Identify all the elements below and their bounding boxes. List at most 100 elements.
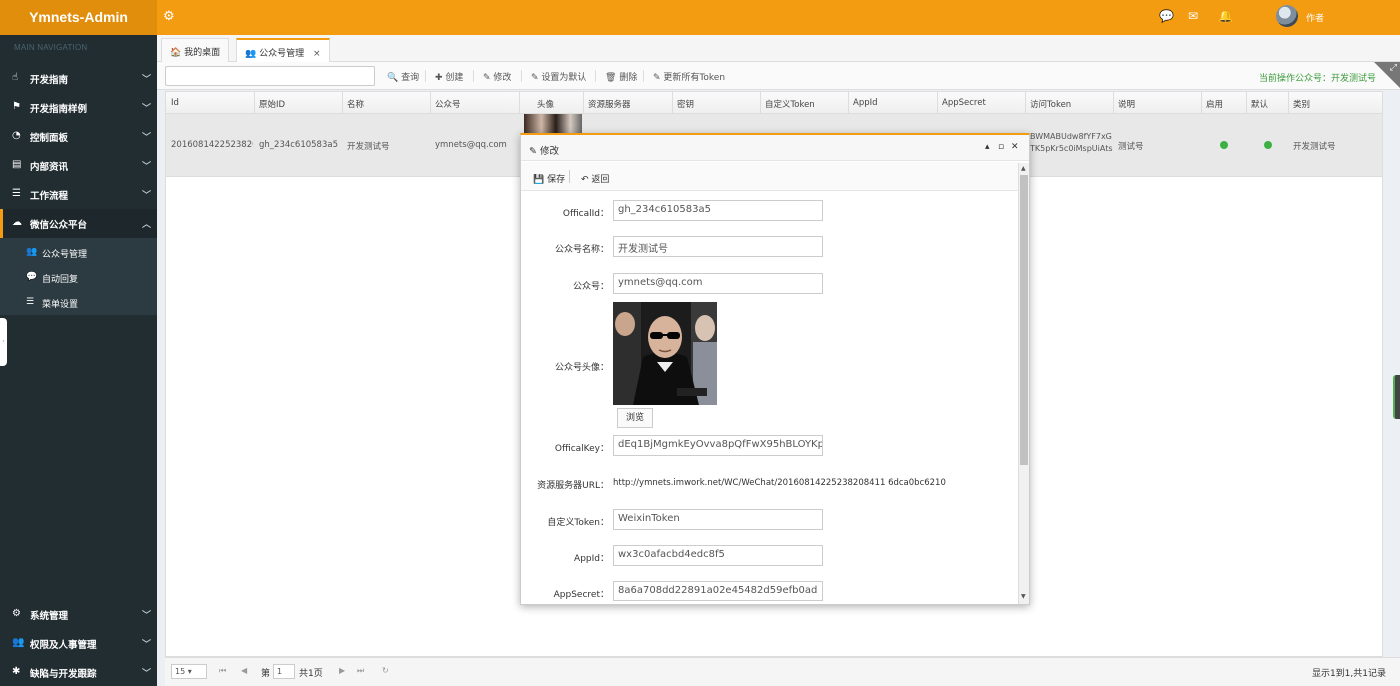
column-header[interactable]: 公众号 xyxy=(435,98,461,110)
sidebar-item-defects[interactable]: ✱ 缺陷与开发跟踪 ﹀ xyxy=(0,658,157,686)
sidebar-item-dev-guide[interactable]: ☝ 开发指南 ﹀ xyxy=(0,64,157,93)
wechat-icon: ☁ xyxy=(12,217,22,228)
edit-button[interactable]: ✎ 修改 xyxy=(483,70,511,83)
appsecret-field[interactable]: 8a6a708dd22891a02e45482d59efb0ad xyxy=(613,581,823,601)
sidebar-toggle[interactable]: › xyxy=(0,318,7,366)
bell-icon[interactable]: 🔔 xyxy=(1218,9,1233,23)
cell-origin-id: gh_234c610583a5 xyxy=(259,140,338,150)
column-header[interactable]: 密钥 xyxy=(677,98,694,110)
first-page-icon[interactable]: ⏮ xyxy=(219,666,226,676)
token-line: BWMABUdw8fYF7xG xyxy=(1030,132,1112,141)
custom-token-field[interactable]: WeixinToken xyxy=(613,509,823,530)
delete-button[interactable]: 🗑 删除 xyxy=(605,70,637,83)
sidebar-item-account-mgmt[interactable]: 👥 公众号管理 xyxy=(0,241,157,266)
maximize-icon[interactable]: ▫ xyxy=(998,142,1004,152)
back-button[interactable]: ↶ 返回 xyxy=(581,172,609,185)
scroll-down-icon[interactable]: ▼ xyxy=(1021,593,1026,600)
prev-page-icon[interactable]: ◀ xyxy=(241,666,247,675)
save-button[interactable]: 💾 保存 xyxy=(533,172,565,185)
account-field[interactable]: ymnets@qq.com xyxy=(613,273,823,294)
column-header[interactable]: 访问Token xyxy=(1030,98,1071,110)
set-default-button[interactable]: ✎ 设置为默认 xyxy=(531,70,586,83)
sidebar-item-permissions[interactable]: 👥 权限及人事管理 ﹀ xyxy=(0,629,157,658)
sidebar-item-dashboard[interactable]: ◔ 控制面板 ﹀ xyxy=(0,122,157,151)
cell-id: 20160814225238208 xyxy=(171,140,253,150)
flag-icon: ⚑ xyxy=(12,101,21,112)
next-page-icon[interactable]: ▶ xyxy=(339,666,345,675)
chevron-down-icon: ﹀ xyxy=(141,104,151,114)
close-icon[interactable]: ✕ xyxy=(1011,142,1019,152)
official-id-field[interactable]: gh_234c610583a5 xyxy=(613,200,823,221)
column-header[interactable]: 头像 xyxy=(537,98,554,110)
sidebar-item-auto-reply[interactable]: 💬 自动回复 xyxy=(0,266,157,291)
side-scroll-handle[interactable] xyxy=(1393,375,1400,419)
users-icon: 👥 xyxy=(245,49,257,59)
name-label: 公众号名称： xyxy=(554,245,609,255)
tab-desktop[interactable]: 🏠 我的桌面 xyxy=(161,38,230,62)
brand-logo[interactable]: Ymnets-Admin xyxy=(0,0,157,35)
column-header[interactable]: 自定义Token xyxy=(765,98,815,110)
column-header[interactable]: 名称 xyxy=(347,98,364,110)
dialog-title-bar[interactable]: ✎ 修改 ▴ ▫ ✕ xyxy=(521,135,1029,161)
resource-url-value: http://ymnets.imwork.net/WC/WeChat/20160… xyxy=(613,478,946,488)
query-button[interactable]: 🔍 查询 xyxy=(387,70,419,83)
browse-button[interactable]: 浏览 xyxy=(617,408,653,428)
sidebar-item-news[interactable]: ▤ 内部资讯 ﹀ xyxy=(0,151,157,180)
column-header[interactable]: AppId xyxy=(853,98,878,108)
list-icon: ☰ xyxy=(26,297,35,307)
chevron-down-icon: ﹀ xyxy=(141,162,151,172)
column-header[interactable]: 原始ID xyxy=(259,98,285,110)
refresh-token-button[interactable]: ✎ 更新所有Token xyxy=(653,70,725,83)
column-header[interactable]: 默认 xyxy=(1251,98,1268,110)
refresh-icon[interactable]: ↻ xyxy=(382,666,389,675)
expand-icon[interactable]: ⤢ xyxy=(1390,63,1397,73)
scroll-up-icon[interactable]: ▲ xyxy=(1021,165,1026,172)
column-header[interactable]: AppSecret xyxy=(942,98,986,108)
cogs-icon[interactable]: ⚙ xyxy=(163,9,175,24)
scroll-thumb[interactable] xyxy=(1020,175,1028,465)
offical-key-field[interactable]: dEq1BjMgmkEyOvva8pQfFwX95hBLOYKpAz xyxy=(613,435,823,456)
appid-field[interactable]: wx3c0afacbd4edc8f5 xyxy=(613,545,823,566)
divider xyxy=(595,70,596,82)
column-header[interactable]: 类别 xyxy=(1293,98,1310,110)
plus-icon: ✚ xyxy=(435,73,443,83)
chevron-up-icon: ︿ xyxy=(141,220,151,230)
column-header[interactable]: Id xyxy=(171,98,179,108)
create-button[interactable]: ✚ 创建 xyxy=(435,70,463,83)
page-size-select[interactable]: 15 ▾ xyxy=(171,664,207,679)
column-header[interactable]: 资源服务器 xyxy=(588,98,631,110)
nav-header: MAIN NAVIGATION xyxy=(14,43,88,52)
home-icon: 🏠 xyxy=(170,48,182,58)
sidebar-item-label: 开发指南样例 xyxy=(30,104,88,115)
close-icon[interactable]: × xyxy=(313,49,321,59)
official-id-label: OfficalId： xyxy=(562,209,609,219)
last-page-icon[interactable]: ⏭ xyxy=(357,666,364,676)
envelope-icon[interactable]: ✉ xyxy=(1188,9,1198,23)
record-info: 显示1到1,共1记录 xyxy=(1311,669,1386,679)
divider xyxy=(583,92,584,114)
sidebar-item-dev-samples[interactable]: ⚑ 开发指南样例 ﹀ xyxy=(0,93,157,122)
sidebar-item-label: 菜单设置 xyxy=(42,300,79,310)
minimize-icon[interactable]: ▴ xyxy=(985,142,990,152)
sidebar-item-label: 缺陷与开发跟踪 xyxy=(30,669,97,680)
dialog-scrollbar[interactable]: ▲ ▼ xyxy=(1018,163,1029,604)
enabled-status-dot xyxy=(1220,141,1228,149)
pencil-icon: ✎ xyxy=(483,73,491,83)
name-field[interactable]: 开发测试号 xyxy=(613,236,823,257)
sidebar-item-system[interactable]: ⚙ 系统管理 ﹀ xyxy=(0,600,157,629)
edit-label: 修改 xyxy=(493,73,512,83)
chevron-down-icon: ﹀ xyxy=(141,191,151,201)
sidebar-item-menu-settings[interactable]: ☰ 菜单设置 xyxy=(0,291,157,316)
column-header[interactable]: 启用 xyxy=(1206,98,1223,110)
bug-icon: ✱ xyxy=(12,666,21,677)
column-header[interactable]: 说明 xyxy=(1118,98,1135,110)
page-number-input[interactable]: 1 xyxy=(273,664,295,679)
search-input[interactable] xyxy=(165,66,375,86)
sidebar-item-wechat[interactable]: ☁ 微信公众平台 ︿ xyxy=(0,209,157,238)
tab-account-mgmt[interactable]: 👥 公众号管理 × xyxy=(236,38,330,63)
user-name[interactable]: 作者 xyxy=(1306,11,1324,24)
avatar[interactable] xyxy=(1276,5,1298,27)
pencil-icon: ✎ xyxy=(653,73,661,83)
sidebar-item-workflow[interactable]: ☰ 工作流程 ﹀ xyxy=(0,180,157,209)
chat-icon[interactable]: 💬 xyxy=(1159,9,1174,23)
